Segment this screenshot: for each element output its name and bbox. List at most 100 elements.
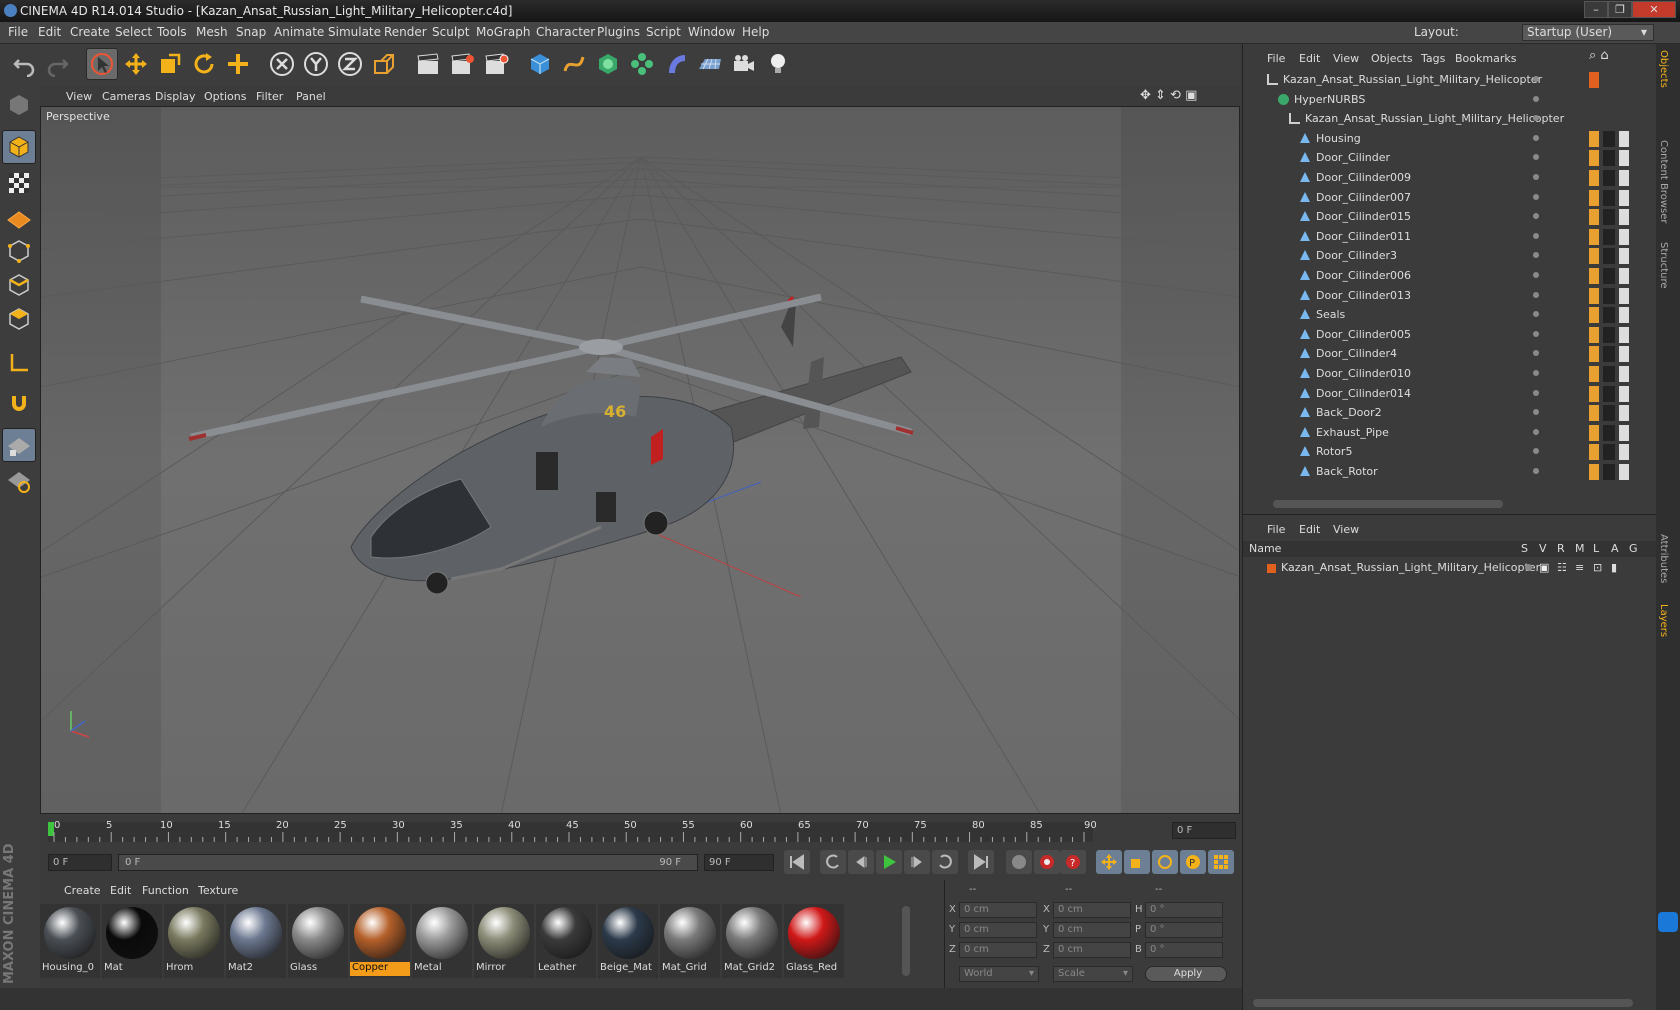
object-tags[interactable] [1589,385,1649,402]
workplane-mode-button[interactable] [2,200,36,234]
layers-menu-view[interactable]: View [1333,523,1359,536]
render-settings-button[interactable] [480,48,512,80]
add-light-button[interactable] [762,48,794,80]
material-menu-function[interactable]: Function [142,884,189,897]
material-menu-edit[interactable]: Edit [110,884,131,897]
object-row[interactable]: Rotor5 [1243,442,1657,462]
add-camera-button[interactable] [728,48,760,80]
object-tags[interactable] [1589,228,1649,245]
current-frame-field[interactable]: 0 F [1172,822,1236,839]
side-tab-content-browser[interactable]: Content Browser [1658,140,1669,223]
material-swatch[interactable]: Beige_Mat [598,904,658,978]
next-key-button[interactable] [932,850,958,874]
visibility-dot[interactable] [1533,252,1539,259]
record-keys-button[interactable] [1006,850,1032,874]
x-axis-lock[interactable] [266,48,298,80]
layer-lock-icon[interactable]: ⊡ [1593,559,1602,577]
menu-character[interactable]: Character [536,25,595,39]
close-button[interactable]: ✕ [1632,1,1676,18]
undo-button[interactable] [8,48,40,80]
menu-create[interactable]: Create [70,25,110,39]
visibility-dot[interactable] [1533,76,1539,82]
menu-script[interactable]: Script [646,25,681,39]
object-tags[interactable] [1589,209,1649,226]
move-tool[interactable] [120,48,152,80]
objects-menu-objects[interactable]: Objects [1371,52,1413,65]
live-selection-tool[interactable] [86,48,118,80]
visibility-dot[interactable] [1533,193,1539,200]
polygons-mode-button[interactable] [2,302,36,336]
object-row[interactable]: Kazan_Ansat_Russian_Light_Military_Helic… [1243,70,1657,90]
object-row[interactable]: Door_Cilinder006 [1243,266,1657,286]
object-row[interactable]: Door_Cilinder005 [1243,325,1657,345]
coordinate-system-button[interactable] [368,48,400,80]
layer-manager-icon[interactable]: ≡ [1575,559,1584,577]
previous-key-button[interactable] [820,850,846,874]
visibility-dot[interactable] [1533,448,1539,455]
autokey-button[interactable] [1034,850,1060,874]
previous-frame-button[interactable] [848,850,874,874]
viewport-menu-view[interactable]: View [66,90,92,103]
render-picture-viewer-button[interactable] [446,48,478,80]
side-tab-objects[interactable]: Objects [1658,50,1669,88]
object-tags[interactable] [1589,248,1649,265]
menu-render[interactable]: Render [384,25,427,39]
menu-help[interactable]: Help [742,25,769,39]
add-environment-button[interactable] [694,48,726,80]
viewport-menu-panel[interactable]: Panel [296,90,326,103]
scale-tool[interactable] [154,48,186,80]
position-z-field[interactable]: 0 cm [959,942,1037,958]
visibility-dot[interactable] [1533,174,1539,180]
add-cube-button[interactable] [524,48,556,80]
layers-menu-file[interactable]: File [1267,523,1285,536]
layer-visibility-icon[interactable]: ▣ [1539,559,1549,577]
object-tags[interactable] [1589,444,1649,461]
material-swatch[interactable]: Hrom [164,904,224,978]
start-frame-field[interactable]: 0 F [48,854,112,871]
object-row[interactable]: HyperNURBS [1243,90,1657,110]
end-frame-field[interactable]: 90 F [704,854,774,871]
layers-menu-edit[interactable]: Edit [1299,523,1320,536]
visibility-dot[interactable] [1533,468,1539,474]
objects-menu-file[interactable]: File [1267,52,1285,65]
side-tab-attributes[interactable]: Attributes [1658,534,1669,583]
material-swatch[interactable]: Copper [350,904,410,978]
material-swatch[interactable]: Mat_Grid [660,904,720,978]
menu-select[interactable]: Select [115,25,152,39]
side-tab-layers[interactable]: Layers [1658,604,1669,637]
axis-mode-button[interactable] [2,346,36,380]
visibility-dot[interactable] [1533,428,1539,435]
visibility-dot[interactable] [1533,134,1539,141]
object-row[interactable]: Door_Cilinder009 [1243,168,1657,188]
material-menu-texture[interactable]: Texture [198,884,238,897]
object-row[interactable]: Door_Cilinder3 [1243,246,1657,266]
teamviewer-icon[interactable] [1658,912,1678,932]
material-swatch[interactable]: Glass_Red [784,904,844,978]
menu-edit[interactable]: Edit [38,25,61,39]
y-axis-lock[interactable] [300,48,332,80]
object-tags[interactable] [1589,346,1649,363]
size-mode-select[interactable]: Scale ▾ [1053,966,1133,982]
layer-solo-dot[interactable] [1525,564,1532,571]
object-tags[interactable] [1589,189,1649,206]
add-deformer-button[interactable] [660,48,692,80]
object-row[interactable]: Exhaust_Pipe [1243,423,1657,443]
rotation-h-field[interactable]: 0 ° [1145,902,1223,918]
menu-tools[interactable]: Tools [157,25,187,39]
material-swatch[interactable]: Metal [412,904,472,978]
key-scale-button[interactable] [1124,850,1150,874]
snap-button[interactable] [2,386,36,420]
object-row[interactable]: Seals [1243,305,1657,325]
next-frame-button[interactable] [904,850,930,874]
rotation-p-field[interactable]: 0 ° [1145,922,1223,938]
render-view-button[interactable] [412,48,444,80]
visibility-dot[interactable] [1533,350,1539,357]
go-to-start-button[interactable] [784,850,810,874]
object-tags[interactable] [1589,287,1649,304]
keyframe-selection-button[interactable]: ? [1060,850,1086,874]
menu-window[interactable]: Window [688,25,735,39]
object-row[interactable]: Back_Rotor [1243,462,1657,482]
visibility-dot[interactable] [1533,232,1539,239]
z-axis-lock[interactable] [334,48,366,80]
rotation-b-field[interactable]: 0 ° [1145,942,1223,958]
